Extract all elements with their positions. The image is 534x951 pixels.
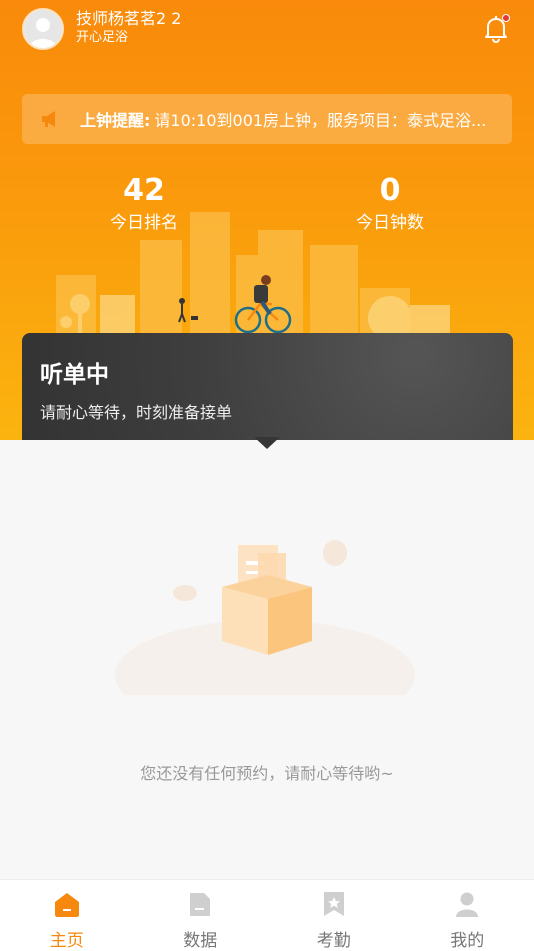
user-name: 技师杨茗茗2 2 bbox=[76, 9, 181, 29]
tab-attendance[interactable]: 考勤 bbox=[267, 880, 401, 951]
avatar-person-icon bbox=[24, 10, 62, 48]
empty-box-illustration bbox=[110, 525, 420, 695]
notice-text: 请10:10到001房上钟，服务项目：泰式足浴... bbox=[154, 107, 486, 131]
home-icon bbox=[53, 890, 81, 918]
bottom-tab-bar: 主页 数据 考勤 我的 bbox=[0, 879, 534, 951]
tab-home[interactable]: 主页 bbox=[0, 880, 134, 951]
megaphone-icon bbox=[40, 108, 62, 130]
document-icon bbox=[186, 890, 214, 918]
tab-label: 主页 bbox=[0, 926, 134, 951]
tab-label: 我的 bbox=[401, 926, 534, 951]
listening-status-card: 听单中 请耐心等待，时刻准备接单 bbox=[22, 333, 513, 440]
city-skyline-illustration bbox=[0, 200, 534, 340]
status-subtitle: 请耐心等待，时刻准备接单 bbox=[40, 399, 232, 423]
tab-mine[interactable]: 我的 bbox=[401, 880, 534, 951]
header-banner: 技师杨茗茗2 2 开心足浴 上钟提醒: 请10:10到001房上钟，服务项目：泰… bbox=[0, 0, 534, 440]
card-pointer bbox=[254, 437, 280, 449]
empty-message: 您还没有任何预约，请耐心等待哟~ bbox=[0, 760, 534, 784]
shop-name: 开心足浴 bbox=[76, 30, 128, 46]
avatar[interactable] bbox=[22, 8, 64, 50]
bookmark-star-icon bbox=[320, 890, 348, 918]
tab-label: 考勤 bbox=[267, 926, 401, 951]
tab-data[interactable]: 数据 bbox=[134, 880, 268, 951]
tab-label: 数据 bbox=[134, 926, 268, 951]
notification-dot bbox=[503, 15, 510, 22]
person-icon bbox=[453, 890, 481, 918]
status-title: 听单中 bbox=[40, 355, 109, 389]
bell-icon[interactable] bbox=[482, 14, 510, 44]
notice-label: 上钟提醒: bbox=[80, 107, 150, 131]
clock-reminder-banner[interactable]: 上钟提醒: 请10:10到001房上钟，服务项目：泰式足浴... bbox=[22, 94, 512, 144]
